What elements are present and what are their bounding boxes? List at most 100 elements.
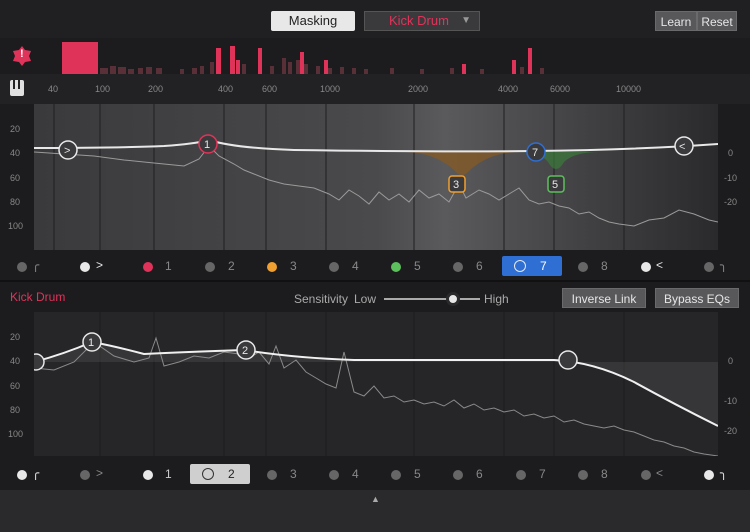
y-axis-label: 80 bbox=[10, 197, 21, 207]
masking-button[interactable]: Masking bbox=[271, 11, 355, 31]
svg-text:7: 7 bbox=[532, 147, 538, 159]
band-label: 4 bbox=[352, 467, 359, 481]
freq-label: 4000 bbox=[498, 84, 519, 94]
sensitivity-label: Sensitivity bbox=[294, 292, 349, 306]
sensitivity-low-label: Low bbox=[354, 292, 377, 306]
svg-text:2: 2 bbox=[242, 345, 248, 357]
y-axis-label: 80 bbox=[10, 405, 21, 415]
freq-label: 400 bbox=[218, 84, 234, 94]
track-select[interactable]: Kick Drum ▼ bbox=[364, 11, 480, 31]
band-label: 6 bbox=[476, 467, 483, 481]
band-5-dot[interactable] bbox=[391, 262, 401, 272]
sensitivity-high-label: High bbox=[484, 292, 509, 306]
band-label: 2 bbox=[228, 259, 235, 273]
y-axis-label: 20 bbox=[10, 124, 21, 134]
learn-button[interactable]: Learn bbox=[655, 11, 697, 31]
piano-icon[interactable] bbox=[10, 80, 24, 96]
freq-label: 200 bbox=[148, 84, 164, 94]
y-axis-right-label: -20 bbox=[724, 426, 738, 436]
highshelf-icon: < bbox=[656, 466, 664, 480]
band-label: 7 bbox=[540, 259, 547, 273]
band-8-dot[interactable] bbox=[578, 262, 588, 272]
band-label: 3 bbox=[290, 467, 297, 481]
band-lowcut-dot[interactable] bbox=[17, 470, 27, 480]
bypass-eqs-button[interactable]: Bypass EQs bbox=[655, 288, 739, 308]
bottom-eq-graph: 1 2 bbox=[34, 312, 718, 456]
band-highcut-dot[interactable] bbox=[704, 262, 714, 272]
y-axis-label: 40 bbox=[10, 148, 21, 158]
y-axis-right-label: -10 bbox=[724, 173, 738, 183]
band-label: 1 bbox=[165, 467, 172, 481]
band-6-dot[interactable] bbox=[453, 470, 463, 480]
track-select-label: Kick Drum bbox=[389, 13, 449, 28]
band-1-dot[interactable] bbox=[143, 262, 153, 272]
bottom-eq-display[interactable]: 1 2 bbox=[34, 312, 718, 456]
band-6-dot[interactable] bbox=[453, 262, 463, 272]
y-axis-right-label: 0 bbox=[728, 356, 734, 366]
freq-label: 100 bbox=[95, 84, 111, 94]
svg-text:3: 3 bbox=[453, 179, 459, 191]
bottom-band-selector: ╭ > 1 2 3 4 5 6 7 8 < ╮ bbox=[0, 464, 750, 486]
band-3-dot[interactable] bbox=[267, 262, 277, 272]
band-lowcut-dot[interactable] bbox=[17, 262, 27, 272]
band-label: 7 bbox=[539, 467, 546, 481]
y-axis-label: 100 bbox=[8, 429, 24, 439]
top-eq-display[interactable]: > 1 3 5 7 < bbox=[34, 104, 718, 250]
band-label: 5 bbox=[414, 467, 421, 481]
freq-label: 10000 bbox=[616, 84, 642, 94]
freq-label: 6000 bbox=[550, 84, 571, 94]
svg-text:1: 1 bbox=[88, 337, 94, 349]
y-axis-label: 20 bbox=[10, 332, 21, 342]
bottom-track-label: Kick Drum bbox=[10, 290, 66, 304]
sensitivity-slider-knob[interactable] bbox=[446, 292, 460, 306]
svg-text:>: > bbox=[64, 145, 70, 157]
band-5-dot[interactable] bbox=[391, 470, 401, 480]
freq-label: 1000 bbox=[320, 84, 341, 94]
sensitivity-slider[interactable] bbox=[384, 298, 480, 300]
band-label: 6 bbox=[476, 259, 483, 273]
reset-button[interactable]: Reset bbox=[697, 11, 737, 31]
lowshelf-icon: > bbox=[96, 466, 104, 480]
top-eq-graph: > 1 3 5 7 < bbox=[34, 104, 718, 250]
masking-bars bbox=[62, 42, 544, 74]
band-lowshelf-dot[interactable] bbox=[80, 470, 90, 480]
band-4-dot[interactable] bbox=[329, 262, 339, 272]
y-axis-label: 100 bbox=[8, 221, 24, 231]
band-label: 8 bbox=[601, 467, 608, 481]
band-3-dot[interactable] bbox=[267, 470, 277, 480]
band-label: 5 bbox=[414, 259, 421, 273]
band-label: 3 bbox=[290, 259, 297, 273]
band-7-selected[interactable]: 7 bbox=[502, 256, 562, 276]
highshelf-icon: < bbox=[656, 258, 664, 272]
y-axis-label: 40 bbox=[10, 356, 21, 366]
freq-label: 2000 bbox=[408, 84, 429, 94]
band-8-dot[interactable] bbox=[578, 470, 588, 480]
freq-label: 600 bbox=[262, 84, 278, 94]
band-highshelf-dot[interactable] bbox=[641, 262, 651, 272]
y-axis-label: 60 bbox=[10, 173, 21, 183]
band-highshelf-dot[interactable] bbox=[641, 470, 651, 480]
band-7-dot[interactable] bbox=[516, 470, 526, 480]
band-highcut-dot[interactable] bbox=[704, 470, 714, 480]
svg-text:1: 1 bbox=[204, 139, 210, 151]
lowcut-icon: ╭ bbox=[32, 258, 40, 272]
band-4-dot[interactable] bbox=[329, 470, 339, 480]
band-1-dot[interactable] bbox=[143, 470, 153, 480]
chevron-down-icon: ▼ bbox=[461, 15, 471, 26]
band-lowshelf-dot[interactable] bbox=[80, 262, 90, 272]
band-2-selected[interactable]: 2 bbox=[190, 464, 250, 484]
collapse-arrow-icon[interactable]: ▲ bbox=[371, 494, 380, 504]
highcut-icon: ╮ bbox=[720, 466, 728, 480]
band-label: 8 bbox=[601, 259, 608, 273]
inverse-link-button[interactable]: Inverse Link bbox=[562, 288, 646, 308]
panel-divider bbox=[0, 280, 750, 282]
band-label: 1 bbox=[165, 259, 172, 273]
band-2-dot[interactable] bbox=[205, 262, 215, 272]
lowcut-icon: ╭ bbox=[32, 466, 40, 480]
y-axis-right-label: -20 bbox=[724, 197, 738, 207]
band-label: 2 bbox=[228, 467, 235, 481]
svg-text:5: 5 bbox=[552, 179, 558, 191]
masking-bar bbox=[62, 42, 98, 74]
warning-icon: ! bbox=[12, 46, 32, 66]
svg-text:<: < bbox=[679, 141, 685, 153]
